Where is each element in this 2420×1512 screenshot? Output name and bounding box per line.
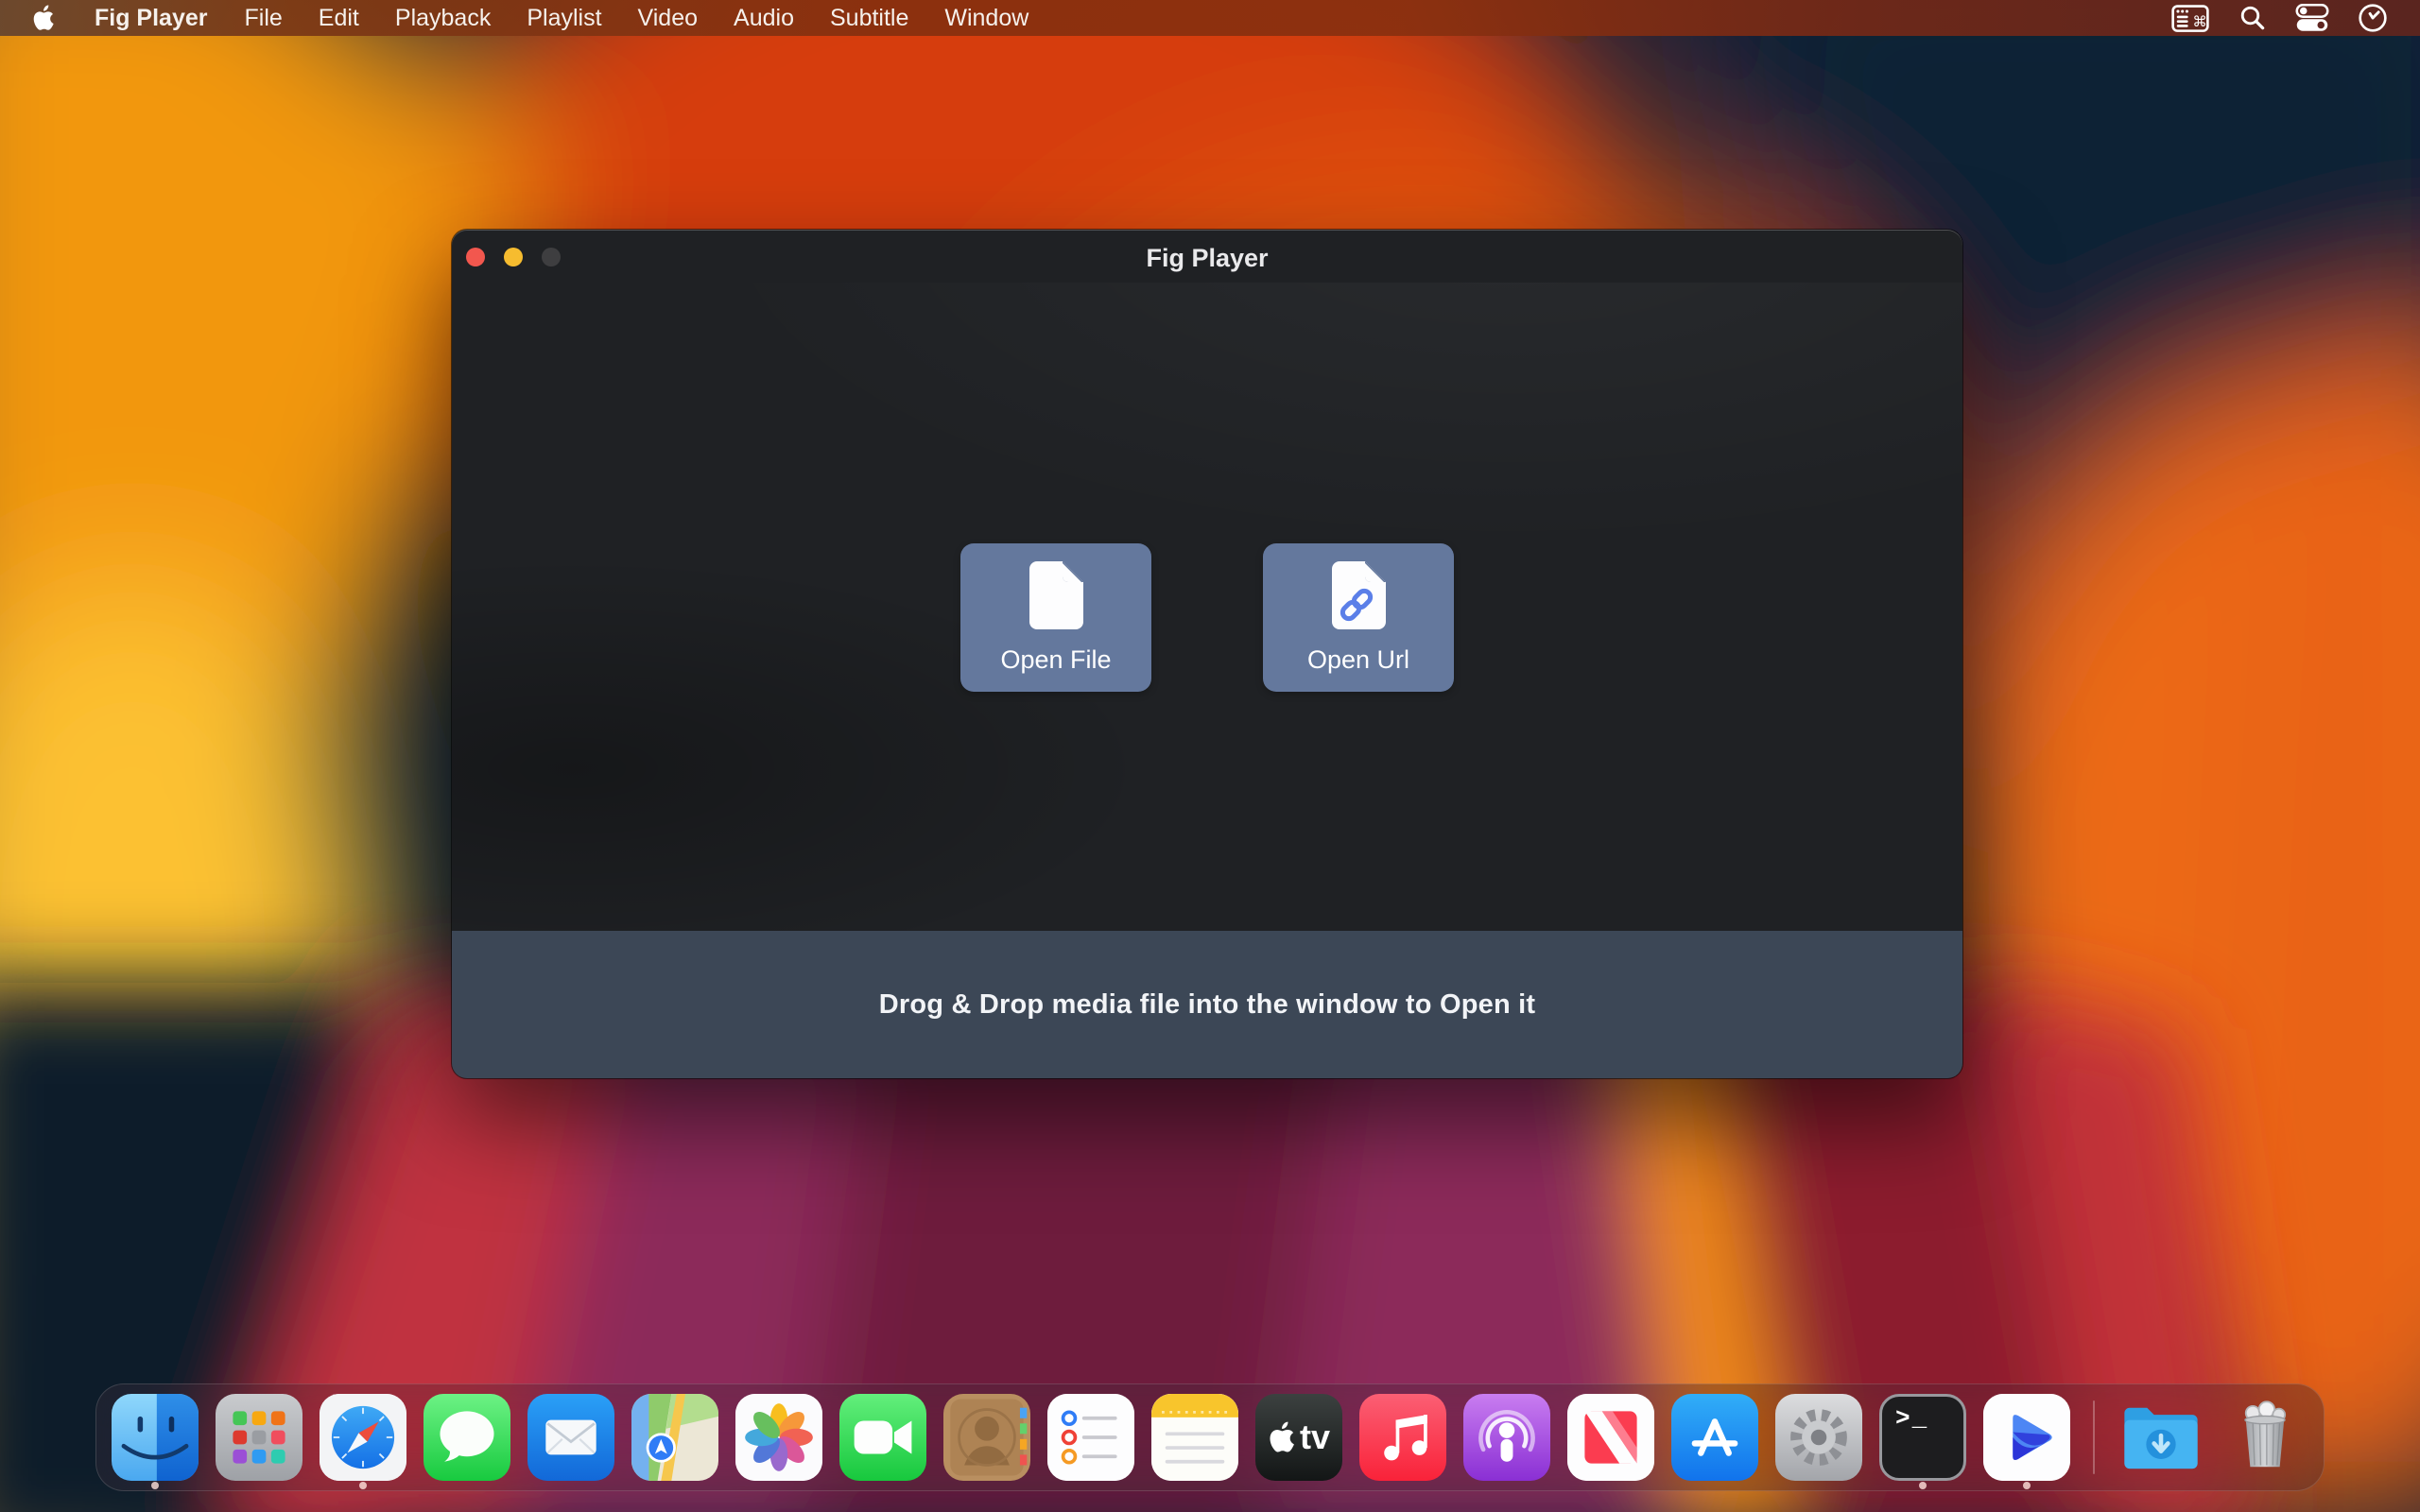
tv-label: tv — [1300, 1418, 1330, 1457]
menu-playback[interactable]: Playback — [377, 5, 509, 32]
dock-icon-facetime[interactable] — [839, 1394, 926, 1481]
fig-player-window: Fig Player Open File — [452, 230, 1962, 1078]
dock-icon-finder[interactable] — [112, 1394, 199, 1481]
document-icon — [1028, 561, 1083, 632]
menu-video[interactable]: Video — [620, 5, 717, 32]
dock-icon-tv[interactable]: tv — [1255, 1394, 1342, 1481]
menu-file[interactable]: File — [227, 5, 301, 32]
window-titlebar[interactable]: Fig Player — [452, 230, 1962, 283]
dock-icon-fig-player[interactable] — [1983, 1394, 2070, 1481]
window-bottom-bar: Drog & Drop media file into the window t… — [452, 931, 1962, 1078]
menu-edit[interactable]: Edit — [301, 5, 377, 32]
dock-icon-photos[interactable] — [735, 1394, 822, 1481]
dock-icon-news[interactable] — [1567, 1394, 1654, 1481]
open-url-button[interactable]: Open Url — [1263, 543, 1454, 692]
dock-icon-music[interactable] — [1359, 1394, 1446, 1481]
menu-playlist[interactable]: Playlist — [509, 5, 619, 32]
clock-icon[interactable] — [2358, 3, 2388, 33]
dock-icon-mail[interactable] — [527, 1394, 614, 1481]
open-file-label: Open File — [1000, 645, 1111, 675]
document-link-icon — [1331, 561, 1386, 632]
dock-icon-podcasts[interactable] — [1463, 1394, 1550, 1481]
control-center-icon[interactable] — [2295, 4, 2329, 32]
dock-icon-messages[interactable] — [424, 1394, 510, 1481]
menu-app-name[interactable]: Fig Player — [76, 5, 227, 32]
dock-icon-terminal[interactable]: >_ — [1879, 1394, 1966, 1481]
menu-subtitle[interactable]: Subtitle — [812, 5, 926, 32]
dock-icon-trash[interactable] — [2221, 1394, 2308, 1481]
apple-menu-icon[interactable] — [0, 5, 76, 31]
dock-icon-launchpad[interactable] — [216, 1394, 302, 1481]
dock-icon-notes[interactable] — [1151, 1394, 1238, 1481]
spotlight-search-icon[interactable] — [2238, 4, 2267, 32]
dock-icon-contacts[interactable] — [943, 1394, 1030, 1481]
dock-icon-reminders[interactable] — [1047, 1394, 1134, 1481]
menu-bar: Fig Player File Edit Playback Playlist V… — [0, 0, 2420, 36]
dock-icon-safari[interactable] — [320, 1394, 406, 1481]
dock-icon-app-store[interactable] — [1671, 1394, 1758, 1481]
dock-icon-maps[interactable] — [631, 1394, 718, 1481]
terminal-prompt-glyph: >_ — [1895, 1404, 1928, 1433]
dock-icon-system-settings[interactable] — [1775, 1394, 1862, 1481]
running-indicator — [151, 1482, 159, 1489]
menu-window[interactable]: Window — [926, 5, 1046, 32]
dock-icon-downloads[interactable] — [2118, 1394, 2204, 1481]
drop-zone[interactable]: Open File Open Url — [452, 283, 1962, 931]
dock: tv — [95, 1383, 2325, 1491]
drop-hint-text: Drog & Drop media file into the window t… — [879, 989, 1536, 1021]
running-indicator — [1919, 1482, 1927, 1489]
svg-text:⌘: ⌘ — [2192, 13, 2206, 30]
running-indicator — [359, 1482, 367, 1489]
keyboard-shortcuts-icon[interactable]: ⌘ — [2170, 3, 2210, 33]
open-url-label: Open Url — [1307, 645, 1409, 675]
open-file-button[interactable]: Open File — [960, 543, 1151, 692]
menu-audio[interactable]: Audio — [716, 5, 812, 32]
running-indicator — [2023, 1482, 2031, 1489]
dock-divider — [2093, 1400, 2095, 1474]
window-title: Fig Player — [452, 230, 1962, 283]
